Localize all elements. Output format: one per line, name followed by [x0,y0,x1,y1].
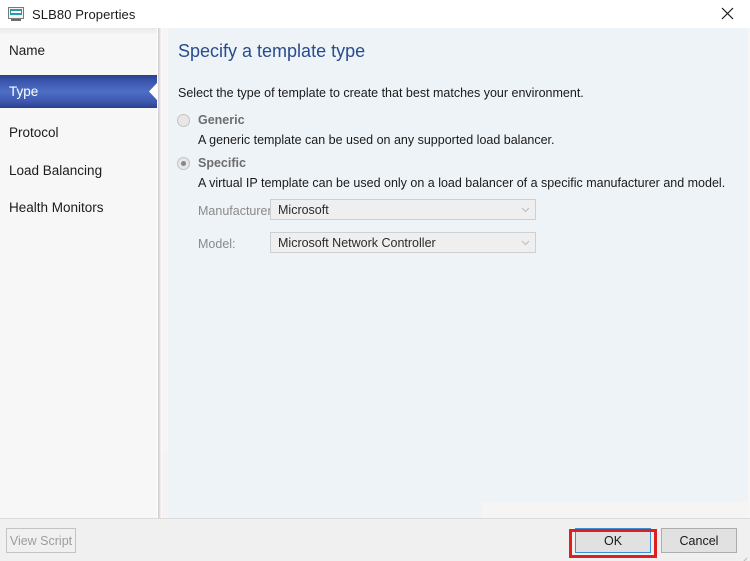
cancel-label: Cancel [679,533,719,548]
manufacturer-dropdown[interactable]: Microsoft [270,199,536,220]
model-value: Microsoft Network Controller [278,235,436,250]
radio-generic-label: Generic [198,113,245,127]
pane-corner-shade [482,502,748,518]
navigation-sidebar: Name Type Protocol Load Balancing Health… [0,28,158,518]
sidebar-item-type[interactable]: Type [0,75,157,108]
pane-edge-shade [162,28,168,450]
ok-label: OK [603,533,623,548]
dialog-footer: View Script OK Cancel [0,518,750,561]
radio-specific-label: Specific [198,156,246,170]
radio-option-generic[interactable]: Generic [177,113,245,127]
view-script-label: View Script [9,533,73,548]
radio-generic-description: A generic template can be used on any su… [198,133,555,147]
sidebar-item-label: Load Balancing [9,163,103,178]
resize-grip-icon[interactable] [740,552,748,561]
sidebar-item-label: Health Monitors [9,200,104,215]
chevron-down-icon [516,200,535,219]
sidebar-item-protocol[interactable]: Protocol [0,116,157,149]
properties-dialog: SLB80 Properties Name Type Protocol Load… [0,0,750,561]
sidebar-item-name[interactable]: Name [0,34,157,67]
radio-specific-description: A virtual IP template can be used only o… [198,176,726,190]
radio-generic-icon [177,113,190,127]
intro-text: Select the type of template to create th… [178,86,584,100]
model-label: Model: [198,237,236,251]
dialog-body: Name Type Protocol Load Balancing Health… [0,28,750,518]
manufacturer-value: Microsoft [278,202,329,217]
close-icon[interactable] [704,0,750,27]
chevron-down-icon [516,233,535,252]
sidebar-item-load-balancing[interactable]: Load Balancing [0,154,157,187]
sidebar-item-label: Type [9,84,39,99]
sidebar-item-health-monitors[interactable]: Health Monitors [0,191,157,224]
load-balancer-icon [8,6,24,22]
pane-edge-shade-lower [162,450,168,518]
manufacturer-label: Manufacturer: [198,204,276,218]
selected-pointer-icon [145,75,157,108]
radio-specific-icon [177,156,190,170]
view-script-button[interactable]: View Script [6,528,76,553]
main-content-pane: Specify a template type Select the type … [162,28,748,518]
page-title: Specify a template type [178,41,366,61]
ok-button[interactable]: OK [575,528,651,553]
sidebar-item-label: Name [9,43,46,58]
title-bar: SLB80 Properties [0,0,750,28]
window-title: SLB80 Properties [32,6,136,22]
cancel-button[interactable]: Cancel [661,528,737,553]
model-dropdown[interactable]: Microsoft Network Controller [270,232,536,253]
radio-option-specific[interactable]: Specific [177,156,246,170]
sidebar-item-label: Protocol [9,125,59,140]
